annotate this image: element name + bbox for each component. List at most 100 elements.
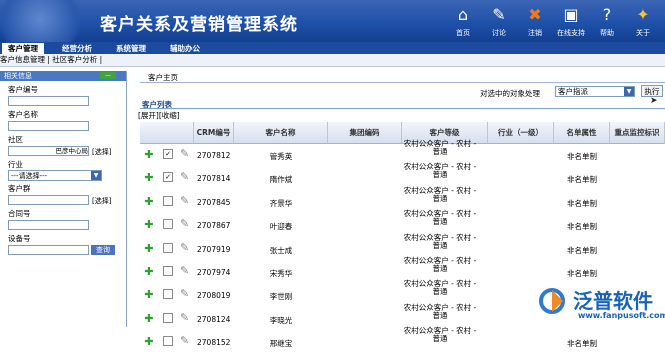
watermark-url: www.fanpusoft.com <box>578 311 665 320</box>
row-checkbox[interactable] <box>163 266 173 276</box>
edit-icon[interactable]: ✎ <box>180 194 189 207</box>
query-button[interactable]: 查询 <box>91 245 115 255</box>
left-search-panel: 相关信息 — 客户编号 客户名称 社区 巴彦中心局 [选择] 行业 ---请选择… <box>0 71 127 327</box>
logout-button[interactable]: ✖ 注销 <box>517 4 553 38</box>
add-icon[interactable]: ✚ <box>144 336 154 347</box>
add-icon[interactable]: ✚ <box>144 313 154 324</box>
add-icon[interactable]: ✚ <box>144 196 154 207</box>
help-button[interactable]: ? 帮助 <box>589 4 625 38</box>
submenu-community-analysis[interactable]: 社区客户分析 <box>52 55 97 64</box>
submenu: 客户信息管理 | 社区客户分析 | <box>0 54 665 67</box>
tab-system-management[interactable]: 系统管理 <box>110 43 152 54</box>
customer-name-cell[interactable]: 管秀英 <box>234 151 328 162</box>
header-industry[interactable]: 行业（一级） <box>488 122 554 144</box>
tab-business-analysis[interactable]: 经营分析 <box>56 43 98 54</box>
list-attribute-cell: 非名单制 <box>567 269 597 278</box>
watermark-logo: 泛普软件 www.fanpusoft.com <box>537 284 665 327</box>
crm-id-cell: 2707974 <box>197 268 231 277</box>
fanpu-logo-icon <box>539 288 565 314</box>
add-icon[interactable]: ✚ <box>144 172 154 183</box>
customer-grade-cell: 农村公众客户 - 农村 - 普通 <box>403 256 477 273</box>
customer-name-input[interactable] <box>8 121 89 131</box>
home-button[interactable]: ⌂ 首页 <box>445 4 481 38</box>
list-attribute-cell: 非名单制 <box>567 175 597 185</box>
add-icon[interactable]: ✚ <box>144 149 154 160</box>
row-checkbox[interactable] <box>163 242 173 253</box>
customer-grade-cell: 农村公众客户 - 农村 - 普通 <box>403 185 477 203</box>
contract-no-label: 合同号 <box>8 209 31 218</box>
edit-icon[interactable]: ✎ <box>180 147 189 160</box>
customer-name-cell[interactable]: 张士成 <box>234 245 328 256</box>
add-icon[interactable]: ✚ <box>144 219 154 230</box>
help-icon: ? <box>602 5 612 24</box>
customer-grade-cell: 农村公众客户 - 农村 - 普通 <box>403 302 477 320</box>
device-no-input[interactable] <box>8 245 89 255</box>
tab-customer-management[interactable]: 客户管理 <box>2 43 44 54</box>
customer-name-cell[interactable]: 叶迎春 <box>234 221 328 232</box>
edit-icon[interactable]: ✎ <box>180 217 189 230</box>
row-checkbox[interactable] <box>163 336 173 347</box>
edit-icon[interactable]: ✎ <box>180 311 189 324</box>
customer-group-input[interactable] <box>8 195 89 205</box>
add-icon[interactable]: ✚ <box>144 289 154 300</box>
customer-no-input[interactable] <box>8 96 89 106</box>
batch-action-select[interactable]: 客户指派 ▼ <box>555 86 635 97</box>
edit-icon[interactable]: ✎ <box>180 170 189 183</box>
customer-name-cell[interactable]: 李晓光 <box>234 315 328 326</box>
main-menu: 客户管理 经营分析 系统管理 辅助办公 <box>0 42 665 54</box>
discussion-button[interactable]: ✎ 讨论 <box>481 4 517 38</box>
panel-toggle-button[interactable]: — <box>100 72 116 79</box>
header-key-monitor[interactable]: 重点监控标识 <box>610 122 665 144</box>
customer-name-cell[interactable]: 齐景华 <box>234 198 328 209</box>
about-button[interactable]: ✦ 关于 <box>625 4 661 38</box>
header-group-code[interactable]: 集团编码 <box>328 122 402 144</box>
customer-name-cell[interactable]: 邢继宝 <box>234 338 328 349</box>
crm-id-cell: 2708124 <box>197 314 231 324</box>
edit-icon[interactable]: ✎ <box>180 264 189 277</box>
customer-name-cell[interactable]: 李世刚 <box>234 291 328 302</box>
discussion-icon: ✎ <box>492 5 506 24</box>
row-checkbox[interactable] <box>163 195 173 206</box>
row-checkbox[interactable] <box>163 219 173 230</box>
edit-icon[interactable]: ✎ <box>180 241 189 254</box>
online-support-button[interactable]: ▣ 在线支持 <box>553 4 589 38</box>
row-checkbox[interactable] <box>163 312 173 323</box>
list-title-underline <box>140 108 665 109</box>
collapse-link[interactable]: [收缩] <box>159 111 180 120</box>
row-checkbox[interactable]: ✓ <box>163 172 173 183</box>
table-row[interactable]: ✚ ✎ 2708152 邢继宝 农村公众客户 - 农村 - 普通非名单制 <box>140 327 665 354</box>
about-icon: ✦ <box>636 5 650 24</box>
community-select-link[interactable]: [选择] <box>92 147 111 157</box>
add-icon[interactable]: ✚ <box>144 243 154 254</box>
row-checkbox[interactable] <box>163 289 173 300</box>
top-toolbar: ⌂ 首页 ✎ 讨论 ✖ 注销 ▣ 在线支持 ? 帮助 ✦ 关于 <box>445 4 661 38</box>
customer-name-cell[interactable]: 宋秀华 <box>234 268 328 279</box>
edit-icon[interactable]: ✎ <box>180 334 189 347</box>
industry-select[interactable]: ---请选择--- ▼ <box>8 170 102 181</box>
submenu-customer-info[interactable]: 客户信息管理 <box>0 55 45 64</box>
header-crm-id[interactable]: CRM编号 <box>194 122 234 144</box>
customer-name-cell[interactable]: 隋作斌 <box>234 174 328 185</box>
add-icon[interactable]: ✚ <box>144 266 154 277</box>
header-customer-name[interactable]: 客户名称 <box>234 122 328 144</box>
device-no-label: 设备号 <box>8 234 31 243</box>
list-attribute-cell: 非名单制 <box>567 339 597 349</box>
customer-grade-cell: 农村公众客户 - 农村 - 普通 <box>403 209 477 227</box>
list-attribute-cell: 非名单制 <box>567 222 597 232</box>
app-header: 客户关系及营销管理系统 ⌂ 首页 ✎ 讨论 ✖ 注销 ▣ 在线支持 ? 帮助 ✦ 关于 <box>0 0 665 42</box>
home-icon: ⌂ <box>457 5 469 24</box>
header-list-attribute[interactable]: 名单属性 <box>554 122 610 144</box>
edit-icon[interactable]: ✎ <box>180 287 189 300</box>
expand-link[interactable]: [展开] <box>138 111 159 120</box>
crm-id-cell: 2707812 <box>197 151 231 160</box>
crm-id-cell: 2708152 <box>197 338 231 348</box>
tab-office-assistant[interactable]: 辅助办公 <box>164 43 206 54</box>
panel-header: 相关信息 — <box>0 71 126 81</box>
contract-no-input[interactable] <box>8 220 89 230</box>
customer-group-select-link[interactable]: [选择] <box>92 196 111 206</box>
customer-grade-cell: 农村公众客户 - 农村 - 普通 <box>403 326 477 344</box>
crm-id-cell: 2707867 <box>197 221 231 231</box>
breadcrumb-divider <box>140 82 665 83</box>
row-checkbox[interactable]: ✓ <box>163 149 173 159</box>
community-input[interactable]: 巴彦中心局 <box>8 146 89 156</box>
